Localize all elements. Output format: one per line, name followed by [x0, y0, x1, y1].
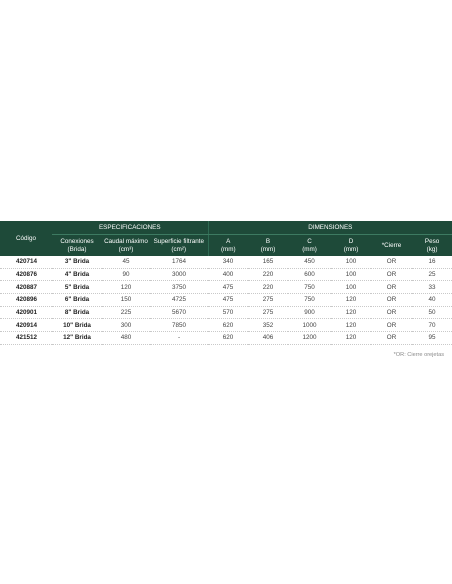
cell-caudal: 45: [102, 256, 150, 269]
header-especificaciones: ESPECIFICACIONES: [52, 221, 209, 235]
cell-d: 120: [331, 293, 372, 307]
cell-superficie: 4725: [150, 293, 209, 307]
cell-b: 406: [248, 331, 289, 345]
cell-caudal: 150: [102, 293, 150, 307]
cell-code: 420876: [0, 268, 52, 282]
cell-d: 100: [331, 256, 372, 269]
header-caudal: Caudal máximo (cm³): [102, 234, 150, 256]
cell-caudal: 90: [102, 268, 150, 282]
cell-code: 421512: [0, 331, 52, 345]
cell-a: 570: [208, 306, 249, 320]
cell-cierre: OR: [371, 306, 413, 320]
spec-table: Código ESPECIFICACIONES DIMENSIONES Cone…: [0, 221, 452, 345]
cell-b: 165: [248, 256, 289, 269]
cell-code: 420896: [0, 293, 52, 307]
cell-b: 275: [248, 306, 289, 320]
header-conexiones: Conexiones (Brida): [52, 234, 102, 256]
header-a: A (mm): [207, 234, 249, 256]
cell-conn: 8" Brida: [52, 306, 102, 320]
header-cierre: *Cierre: [371, 234, 413, 256]
cell-d: 100: [331, 268, 372, 282]
cell-a: 620: [208, 318, 249, 333]
cell-d: 120: [331, 331, 372, 345]
table-row: 421512 12" Brida 480-620 406 1200 120 OR 95: [0, 331, 452, 345]
table-row: 420887 5" Brida 120 3750 475 220 750 100 OR 33: [0, 280, 452, 295]
header-peso: Peso (kg): [412, 234, 452, 256]
cell-peso: 33: [412, 280, 452, 295]
cell-superficie: 7850: [150, 318, 209, 333]
cell-code: 420714: [0, 256, 52, 269]
cell-conn: 5" Brida: [52, 280, 102, 295]
cell-a: 400: [208, 268, 249, 282]
cell-cierre: OR: [371, 293, 413, 307]
cell-peso: 16: [412, 256, 452, 269]
cell-peso: 25: [412, 268, 452, 282]
cell-conn: 6" Brida: [52, 293, 102, 307]
cell-superficie: 5670: [150, 306, 209, 320]
header-sub-row: Conexiones (Brida) Caudal máximo (cm³) Sup…: [0, 234, 452, 256]
cell-superficie: 1764: [150, 256, 209, 269]
cell-code: 420887: [0, 280, 52, 295]
cell-b: 220: [248, 268, 289, 282]
cell-caudal: 300: [102, 318, 150, 333]
cell-caudal: 225: [102, 306, 150, 320]
footnote: *OR: Cierre orejetas: [393, 352, 444, 358]
cell-d: 100: [331, 280, 372, 295]
cell-c: 1200: [288, 331, 332, 345]
cell-superficie: -: [150, 331, 209, 345]
cell-caudal: 480: [102, 331, 150, 345]
table-row: 420914 10" Brida 300 7850 620 352 1000 120 OR 70: [0, 318, 452, 333]
cell-conn: 4" Brida: [52, 268, 102, 282]
cell-a: 340: [208, 256, 249, 269]
cell-cierre: OR: [371, 280, 413, 295]
cell-c: 1000: [288, 318, 332, 333]
cell-superficie: 3000: [150, 268, 209, 282]
cell-peso: 40: [412, 293, 452, 307]
cell-code: 420914: [0, 318, 52, 333]
header-dimensiones: DIMENSIONES: [207, 221, 452, 235]
table-body: 420714 3" Brida 45 1764 340 165 450 100 OR 16 4208…: [0, 256, 452, 345]
table-row: 420896 6" Brida 150 4725 475 275 750 120 OR 40: [0, 293, 452, 307]
cell-conn: 3" Brida: [52, 256, 102, 269]
cell-cierre: OR: [371, 318, 413, 333]
table-row: 420714 3" Brida 45 1764 340 165 450 100 OR 16: [0, 256, 452, 269]
cell-d: 120: [331, 306, 372, 320]
header-b: B (mm): [248, 234, 289, 256]
cell-cierre: OR: [371, 331, 413, 345]
cell-peso: 70: [412, 318, 452, 333]
cell-c: 750: [288, 280, 332, 295]
header-c: C (mm): [288, 234, 332, 256]
cell-superficie: 3750: [150, 280, 209, 295]
cell-b: 352: [248, 318, 289, 333]
cell-conn: 10" Brida: [52, 318, 102, 333]
cell-c: 900: [288, 306, 332, 320]
cell-cierre: OR: [371, 268, 413, 282]
cell-c: 600: [288, 268, 332, 282]
cell-b: 275: [248, 293, 289, 307]
header-codigo: Código: [0, 221, 52, 256]
cell-c: 450: [288, 256, 332, 269]
cell-peso: 95: [412, 331, 452, 345]
cell-peso: 50: [412, 306, 452, 320]
cell-cierre: OR: [371, 256, 413, 269]
cell-a: 620: [208, 331, 249, 345]
cell-a: 475: [208, 293, 249, 307]
cell-a: 475: [208, 280, 249, 295]
cell-d: 120: [331, 318, 372, 333]
header-d: D (mm): [331, 234, 372, 256]
table-row: 420901 8" Brida 225 5670 570 275 900 120 OR 50: [0, 306, 452, 320]
cell-code: 420901: [0, 306, 52, 320]
cell-b: 220: [248, 280, 289, 295]
table-row: 420876 4" Brida 90 3000 400 220 600 100 OR 25: [0, 268, 452, 282]
header-superficie: Superficie filtrante (cm²): [150, 234, 209, 256]
cell-c: 750: [288, 293, 332, 307]
header-group-row: Código ESPECIFICACIONES DIMENSIONES: [0, 221, 452, 256]
cell-conn: 12" Brida: [52, 331, 102, 345]
cell-caudal: 120: [102, 280, 150, 295]
